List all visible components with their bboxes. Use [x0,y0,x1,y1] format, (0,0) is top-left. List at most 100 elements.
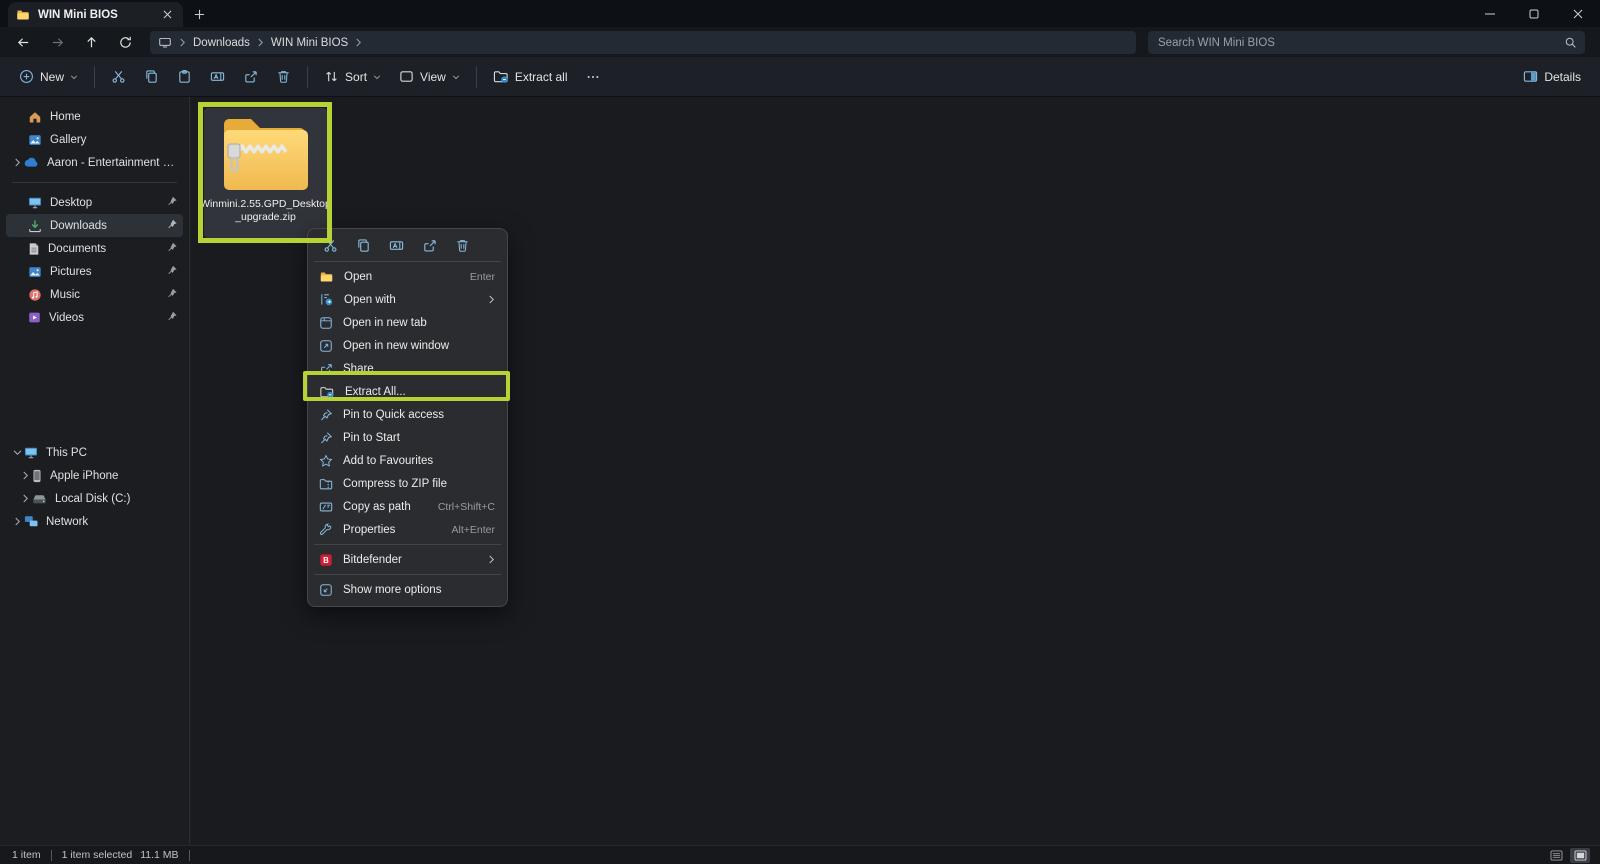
pin-icon [319,408,333,422]
breadcrumb-downloads[interactable]: Downloads [193,37,250,49]
menu-item-add-favourites[interactable]: Add to Favourites [312,449,503,472]
minimize-button[interactable] [1468,0,1512,27]
sidebar-item-apple-iphone[interactable]: Apple iPhone [14,464,183,487]
extract-all-button[interactable]: Extract all [484,62,577,92]
pin-icon [167,288,177,298]
sidebar-item-network[interactable]: Network [6,510,183,533]
sort-button[interactable]: Sort [315,62,390,92]
menu-item-open-new-window[interactable]: Open in new window [312,334,503,357]
view-label: View [420,70,446,84]
menu-item-extract-all[interactable]: Extract All... [312,380,503,403]
new-label: New [40,70,64,84]
refresh-button[interactable] [110,29,140,55]
sidebar-item-music[interactable]: Music [6,283,183,306]
menu-item-open-with[interactable]: Open with [312,288,503,311]
sidebar-item-videos[interactable]: Videos [6,306,183,329]
menu-item-show-more-options[interactable]: Show more options [312,578,503,601]
menu-item-pin-start[interactable]: Pin to Start [312,426,503,449]
menu-item-compress-zip[interactable]: Compress to ZIP file [312,472,503,495]
cut-icon[interactable] [318,235,342,257]
selection-count: 1 item selected [54,849,141,861]
chevron-right-icon [355,38,362,47]
onedrive-cloud-icon [24,157,39,168]
sidebar-divider [12,182,177,183]
view-button[interactable]: View [390,62,469,92]
folder-icon [16,8,30,22]
copy-as-path-icon [319,500,333,514]
share-icon [319,362,333,376]
copy-button[interactable] [135,62,168,92]
rename-icon[interactable] [384,235,408,257]
menu-item-share[interactable]: Share [312,357,503,380]
menu-divider [314,574,501,575]
share-icon[interactable] [417,235,441,257]
search-input[interactable] [1156,36,1564,50]
music-icon [28,288,42,302]
file-explorer-window: WIN Mini BIOS [0,0,1600,864]
chevron-down-icon[interactable] [10,449,24,456]
search-box[interactable] [1148,31,1585,54]
sidebar-item-this-pc[interactable]: This PC [6,441,183,464]
more-options-button[interactable] [577,62,609,92]
details-label: Details [1544,70,1581,84]
menu-item-open[interactable]: Open Enter [312,265,503,288]
sidebar-item-local-disk-c[interactable]: Local Disk (C:) [14,487,183,510]
new-tab-button[interactable] [188,4,210,24]
menu-item-bitdefender[interactable]: B Bitdefender [312,548,503,571]
new-button[interactable]: New [10,62,87,92]
sort-label: Sort [345,70,367,84]
tab-title: WIN Mini BIOS [38,9,151,21]
close-button[interactable] [1556,0,1600,27]
explorer-tab[interactable]: WIN Mini BIOS [8,2,183,27]
pin-icon [167,311,177,321]
toolbar-separator [94,66,95,88]
details-view-button[interactable] [1546,848,1566,863]
menu-item-pin-quick-access[interactable]: Pin to Quick access [312,403,503,426]
context-menu-quick-actions [312,233,503,258]
sidebar-item-onedrive[interactable]: Aaron - Entertainment Gadgets LTD [6,151,183,174]
chevron-right-icon[interactable] [10,158,24,167]
sidebar-item-desktop[interactable]: Desktop [6,191,183,214]
properties-wrench-icon [319,523,333,537]
navigation-pane: Home Gallery Aaron - Entertainment Gadge… [0,97,190,845]
back-button[interactable] [8,29,38,55]
menu-item-copy-as-path[interactable]: Copy as path Ctrl+Shift+C [312,495,503,518]
chevron-right-icon[interactable] [18,494,32,503]
tab-close-icon[interactable] [159,7,175,23]
videos-icon [28,311,41,324]
copy-icon[interactable] [351,235,375,257]
sidebar-item-gallery[interactable]: Gallery [6,128,183,151]
file-item-zip[interactable]: Winmini.2.55.GPD_Desktop _upgrade.zip [204,108,327,238]
chevron-right-icon[interactable] [10,517,24,526]
extract-all-icon [319,385,335,399]
delete-icon[interactable] [450,235,474,257]
sidebar-item-documents[interactable]: Documents [6,237,183,260]
sidebar-item-downloads[interactable]: Downloads [6,214,183,237]
view-toggles [1546,848,1590,863]
extract-all-label: Extract all [515,70,568,84]
search-icon[interactable] [1564,36,1577,49]
breadcrumb-win-mini-bios[interactable]: WIN Mini BIOS [271,37,348,49]
sidebar-item-home[interactable]: Home [6,105,183,128]
rename-button[interactable] [201,62,234,92]
up-button[interactable] [76,29,106,55]
menu-item-open-new-tab[interactable]: Open in new tab [312,311,503,334]
delete-button[interactable] [267,62,300,92]
chevron-right-icon[interactable] [18,471,32,480]
share-button[interactable] [234,62,267,92]
command-bar: New Sort View [0,57,1600,97]
home-icon [28,110,42,124]
maximize-button[interactable] [1512,0,1556,27]
forward-button[interactable] [42,29,72,55]
large-icons-view-button[interactable] [1570,848,1590,863]
open-folder-icon [319,270,334,284]
breadcrumb[interactable]: Downloads WIN Mini BIOS [150,31,1136,54]
open-new-tab-icon [319,316,333,330]
paste-button[interactable] [168,62,201,92]
chevron-right-icon [179,38,186,47]
compress-zip-icon [319,477,333,491]
sidebar-item-pictures[interactable]: Pictures [6,260,183,283]
menu-item-properties[interactable]: Properties Alt+Enter [312,518,503,541]
details-pane-button[interactable]: Details [1514,62,1590,92]
cut-button[interactable] [102,62,135,92]
